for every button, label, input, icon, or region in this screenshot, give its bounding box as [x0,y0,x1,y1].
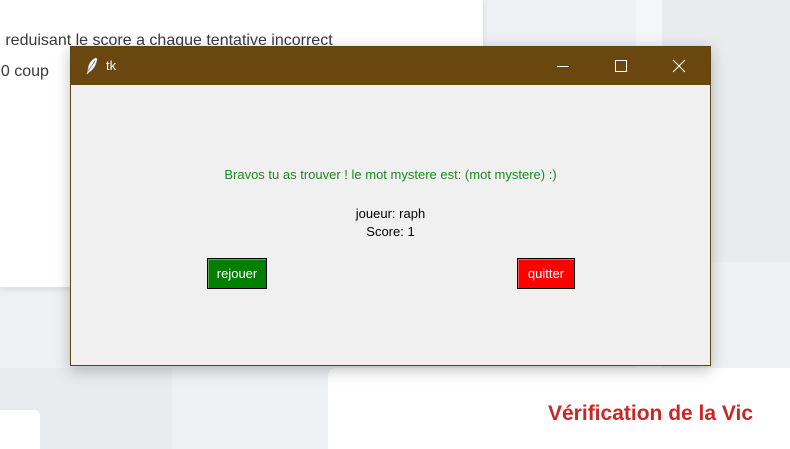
maximize-button[interactable] [598,47,644,85]
close-icon [672,59,686,73]
score-label: Score: 1 [366,224,415,239]
player-label: joueur: raph [355,206,426,221]
close-button[interactable] [656,47,702,85]
replay-button[interactable]: rejouer [207,258,267,289]
window-content: Bravos tu as trouver ! le mot mystere es… [71,85,710,365]
result-message: Bravos tu as trouver ! le mot mystere es… [224,167,557,182]
background-card [0,410,40,449]
background-heading: Vérification de la Vic [548,402,754,425]
window-title: tk [106,58,117,73]
window-titlebar[interactable]: tk [71,47,710,85]
background-text-line: 10 coup [0,63,49,80]
tk-window: tk Bravos tu as trouver ! le mot mystere… [70,46,711,366]
minimize-icon [557,66,569,67]
quit-button[interactable]: quitter [517,258,575,289]
maximize-icon [615,60,627,72]
feather-icon [85,57,99,75]
minimize-button[interactable] [540,47,586,85]
